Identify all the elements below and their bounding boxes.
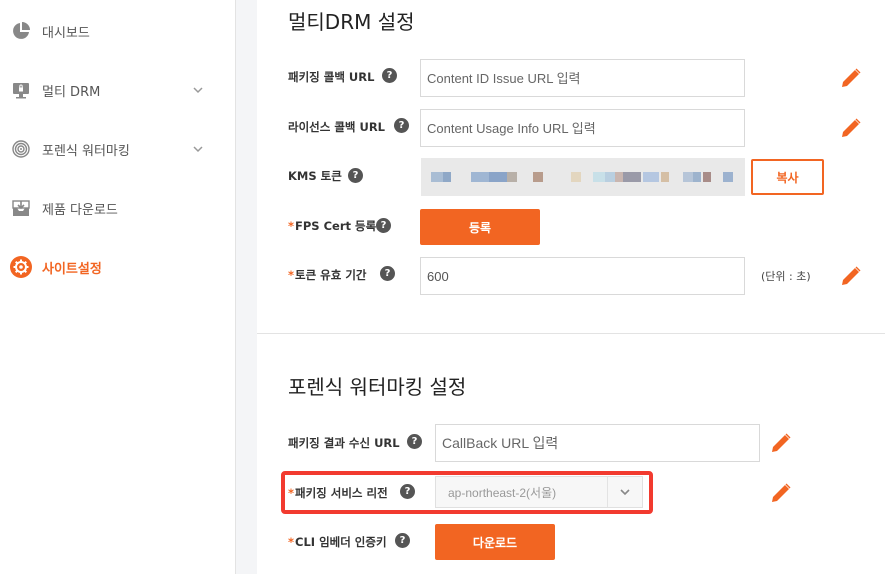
label-text: KMS 토큰 bbox=[288, 169, 342, 183]
help-icon[interactable]: ? bbox=[395, 533, 410, 548]
copy-token-button[interactable]: 복사 bbox=[751, 159, 824, 195]
cli-embedder-label: * CLI 임베더 인증키 bbox=[288, 534, 387, 550]
packaging-callback-label: 패키징 콜백 URL bbox=[288, 69, 374, 85]
download-box-icon bbox=[10, 197, 32, 219]
fingerprint-icon bbox=[10, 138, 32, 160]
help-icon[interactable]: ? bbox=[348, 168, 363, 183]
kms-token-label: KMS 토큰 bbox=[288, 168, 342, 184]
chevron-down-icon bbox=[193, 146, 203, 153]
cli-download-button[interactable]: 다운로드 bbox=[435, 524, 555, 560]
required-mark: * bbox=[288, 219, 295, 233]
pencil-edit-icon[interactable] bbox=[839, 264, 863, 288]
fps-cert-label: * FPS Cert 등록 bbox=[288, 218, 376, 234]
label-text: 패키징 콜백 URL bbox=[288, 70, 375, 84]
drm-section-title: 멀티DRM 설정 bbox=[288, 10, 415, 34]
label-text: FPS Cert 등록 bbox=[295, 219, 377, 233]
label-text: 라이선스 콜백 URL bbox=[288, 120, 386, 134]
gear-icon bbox=[10, 256, 32, 278]
help-icon[interactable]: ? bbox=[376, 218, 391, 233]
label-text: 패키징 결과 수신 URL bbox=[288, 436, 400, 450]
sidebar-item-product-download[interactable]: 제품 다운로드 bbox=[0, 188, 236, 228]
sidebar: 대시보드 멀티 DRM 포렌식 워터마킹 제품 다운로드 사이트설정 bbox=[0, 0, 236, 574]
watermark-section-title: 포렌식 워터마킹 설정 bbox=[288, 375, 467, 399]
pie-chart-icon bbox=[10, 20, 32, 42]
token-validity-label: * 토큰 유효 기간 bbox=[288, 267, 367, 283]
packaging-callback-url-input[interactable] bbox=[420, 59, 745, 97]
highlight-box bbox=[281, 471, 653, 514]
sidebar-item-label: 제품 다운로드 bbox=[42, 202, 118, 218]
sidebar-item-label: 대시보드 bbox=[42, 25, 90, 41]
sidebar-item-label: 멀티 DRM bbox=[42, 84, 101, 100]
pencil-edit-icon[interactable] bbox=[769, 481, 793, 505]
unit-label: (단위 : 초) bbox=[761, 270, 811, 283]
content-gutter bbox=[236, 0, 257, 574]
chevron-down-icon bbox=[193, 87, 203, 94]
help-icon[interactable]: ? bbox=[382, 68, 397, 83]
kms-token-field bbox=[421, 158, 745, 196]
sidebar-item-multi-drm[interactable]: 멀티 DRM bbox=[0, 70, 236, 110]
pencil-edit-icon[interactable] bbox=[769, 431, 793, 455]
callback-url-input[interactable] bbox=[435, 424, 760, 462]
sidebar-item-label: 사이트설정 bbox=[42, 261, 102, 277]
help-icon[interactable]: ? bbox=[394, 118, 409, 133]
help-icon[interactable]: ? bbox=[380, 266, 395, 281]
pencil-edit-icon[interactable] bbox=[839, 116, 863, 140]
fps-cert-register-button[interactable]: 등록 bbox=[420, 209, 540, 245]
sidebar-item-dashboard[interactable]: 대시보드 bbox=[0, 11, 236, 51]
sidebar-item-forensic-watermarking[interactable]: 포렌식 워터마킹 bbox=[0, 129, 236, 169]
section-divider bbox=[257, 333, 885, 334]
required-mark: * bbox=[288, 535, 295, 549]
sidebar-item-label: 포렌식 워터마킹 bbox=[42, 143, 130, 159]
packaging-result-label: 패키징 결과 수신 URL bbox=[288, 435, 400, 451]
required-mark: * bbox=[288, 268, 295, 282]
label-text: CLI 임베더 인증키 bbox=[295, 535, 387, 549]
license-callback-label: 라이선스 콜백 URL bbox=[288, 119, 385, 135]
label-text: 토큰 유효 기간 bbox=[295, 268, 367, 282]
monitor-lock-icon bbox=[10, 79, 32, 101]
license-callback-url-input[interactable] bbox=[420, 109, 745, 147]
help-icon[interactable]: ? bbox=[407, 434, 422, 449]
pencil-edit-icon[interactable] bbox=[839, 66, 863, 90]
sidebar-item-site-settings[interactable]: 사이트설정 bbox=[0, 247, 236, 287]
token-validity-input[interactable] bbox=[420, 257, 745, 295]
